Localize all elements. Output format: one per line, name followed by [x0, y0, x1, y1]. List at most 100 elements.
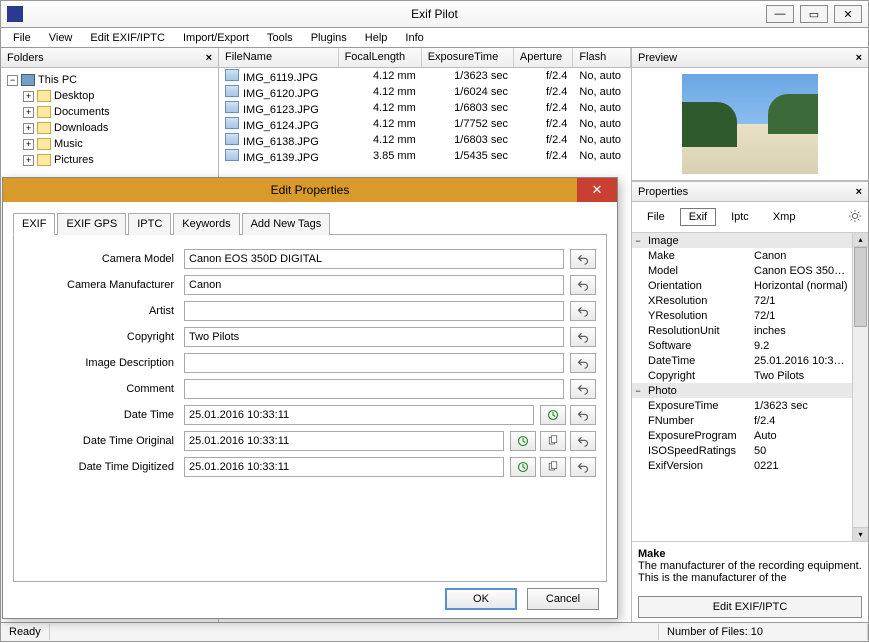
clock-icon[interactable] — [540, 405, 566, 425]
dialog-tab-exif[interactable]: EXIF — [13, 213, 55, 235]
prop-row[interactable]: DateTime25.01.2016 10:3… — [632, 353, 852, 368]
field-input-date-time-digitized[interactable] — [184, 457, 504, 477]
scroll-up-icon[interactable]: ▴ — [853, 233, 868, 247]
menu-plugins[interactable]: Plugins — [303, 30, 355, 46]
file-row[interactable]: IMG_6139.JPG3.85 mm1/5435 secf/2.4No, au… — [219, 148, 631, 164]
tree-item-music[interactable]: +Music — [3, 136, 216, 152]
file-row[interactable]: IMG_6123.JPG4.12 mm1/6803 secf/2.4No, au… — [219, 100, 631, 116]
dialog-tab-keywords[interactable]: Keywords — [173, 213, 239, 235]
column-flash[interactable]: Flash — [573, 48, 631, 67]
preview-close-icon[interactable]: × — [856, 52, 862, 64]
prop-group[interactable]: −Photo — [632, 383, 852, 398]
file-row[interactable]: IMG_6119.JPG4.12 mm1/3623 secf/2.4No, au… — [219, 68, 631, 84]
tree-item-desktop[interactable]: +Desktop — [3, 88, 216, 104]
prop-row[interactable]: MakeCanon — [632, 248, 852, 263]
properties-grid[interactable]: −ImageMakeCanonModelCanon EOS 350…Orient… — [632, 232, 868, 542]
prop-row[interactable]: ResolutionUnitinches — [632, 323, 852, 338]
column-exposuretime[interactable]: ExposureTime — [422, 48, 514, 67]
undo-icon[interactable] — [570, 457, 596, 477]
undo-icon[interactable] — [570, 379, 596, 399]
dialog-tab-exif-gps[interactable]: EXIF GPS — [57, 213, 126, 235]
minimize-button[interactable]: — — [766, 5, 794, 23]
expand-icon[interactable]: + — [23, 155, 34, 166]
undo-icon[interactable] — [570, 327, 596, 347]
dialog-tab-iptc[interactable]: IPTC — [128, 213, 171, 235]
properties-close-icon[interactable]: × — [856, 186, 862, 198]
undo-icon[interactable] — [570, 275, 596, 295]
scrollbar[interactable]: ▴ ▾ — [852, 233, 868, 541]
menu-file[interactable]: File — [5, 30, 39, 46]
expand-icon[interactable]: + — [23, 123, 34, 134]
dialog-tab-add-new-tags[interactable]: Add New Tags — [242, 213, 331, 235]
prop-row[interactable]: OrientationHorizontal (normal) — [632, 278, 852, 293]
scroll-down-icon[interactable]: ▾ — [853, 527, 868, 541]
prop-row[interactable]: ExposureProgramAuto — [632, 428, 852, 443]
column-filename[interactable]: FileName — [219, 48, 339, 67]
field-input-date-time-original[interactable] — [184, 431, 504, 451]
menu-edit-exif-iptc[interactable]: Edit EXIF/IPTC — [82, 30, 173, 46]
prop-group[interactable]: −Image — [632, 233, 852, 248]
expand-icon[interactable]: + — [23, 91, 34, 102]
cancel-button[interactable]: Cancel — [527, 588, 599, 610]
props-tab-exif[interactable]: Exif — [680, 208, 716, 226]
maximize-button[interactable]: ▭ — [800, 5, 828, 23]
prop-row[interactable]: XResolution72/1 — [632, 293, 852, 308]
edit-exif-iptc-button[interactable]: Edit EXIF/IPTC — [638, 596, 862, 618]
close-button[interactable]: ✕ — [834, 5, 862, 23]
collapse-icon[interactable]: − — [632, 386, 644, 396]
menu-help[interactable]: Help — [357, 30, 396, 46]
prop-row[interactable]: YResolution72/1 — [632, 308, 852, 323]
field-input-camera-manufacturer[interactable] — [184, 275, 564, 295]
collapse-icon[interactable]: − — [632, 236, 644, 246]
clock-icon[interactable] — [510, 457, 536, 477]
menu-view[interactable]: View — [41, 30, 81, 46]
undo-icon[interactable] — [570, 431, 596, 451]
prop-row[interactable]: ModelCanon EOS 350… — [632, 263, 852, 278]
properties-tabs[interactable]: File Exif Iptc Xmp — [632, 202, 868, 232]
tree-item-pictures[interactable]: +Pictures — [3, 152, 216, 168]
titlebar[interactable]: Exif Pilot — ▭ ✕ — [0, 0, 869, 28]
tree-item-downloads[interactable]: +Downloads — [3, 120, 216, 136]
prop-row[interactable]: ISOSpeedRatings50 — [632, 443, 852, 458]
copy-icon[interactable] — [540, 431, 566, 451]
column-aperture[interactable]: Aperture — [514, 48, 573, 67]
tree-root[interactable]: − This PC — [3, 72, 216, 88]
file-row[interactable]: IMG_6124.JPG4.12 mm1/7752 secf/2.4No, au… — [219, 116, 631, 132]
menu-import-export[interactable]: Import/Export — [175, 30, 257, 46]
scroll-thumb[interactable] — [854, 247, 867, 327]
dialog-tabs[interactable]: EXIFEXIF GPSIPTCKeywordsAdd New Tags — [3, 202, 617, 234]
folders-close-icon[interactable]: × — [206, 52, 212, 64]
prop-row[interactable]: ExifVersion0221 — [632, 458, 852, 473]
menu-tools[interactable]: Tools — [259, 30, 301, 46]
field-input-camera-model[interactable] — [184, 249, 564, 269]
clock-icon[interactable] — [510, 431, 536, 451]
dialog-titlebar[interactable]: Edit Properties ✕ — [3, 178, 617, 202]
expand-icon[interactable]: + — [23, 139, 34, 150]
props-tab-file[interactable]: File — [638, 208, 674, 226]
field-input-comment[interactable] — [184, 379, 564, 399]
collapse-icon[interactable]: − — [7, 75, 18, 86]
prop-row[interactable]: CopyrightTwo Pilots — [632, 368, 852, 383]
file-row[interactable]: IMG_6120.JPG4.12 mm1/6024 secf/2.4No, au… — [219, 84, 631, 100]
column-focallength[interactable]: FocalLength — [339, 48, 422, 67]
ok-button[interactable]: OK — [445, 588, 517, 610]
undo-icon[interactable] — [570, 405, 596, 425]
tree-item-documents[interactable]: +Documents — [3, 104, 216, 120]
field-input-date-time[interactable] — [184, 405, 534, 425]
file-columns[interactable]: FileNameFocalLengthExposureTimeApertureF… — [219, 48, 631, 68]
prop-row[interactable]: Software9.2 — [632, 338, 852, 353]
field-input-artist[interactable] — [184, 301, 564, 321]
prop-row[interactable]: FNumberf/2.4 — [632, 413, 852, 428]
dialog-close-button[interactable]: ✕ — [577, 178, 617, 202]
props-tab-xmp[interactable]: Xmp — [764, 208, 805, 226]
undo-icon[interactable] — [570, 249, 596, 269]
field-input-copyright[interactable] — [184, 327, 564, 347]
field-input-image-description[interactable] — [184, 353, 564, 373]
gear-icon[interactable] — [848, 209, 862, 226]
file-row[interactable]: IMG_6138.JPG4.12 mm1/6803 secf/2.4No, au… — [219, 132, 631, 148]
prop-row[interactable]: ExposureTime1/3623 sec — [632, 398, 852, 413]
undo-icon[interactable] — [570, 353, 596, 373]
file-rows[interactable]: IMG_6119.JPG4.12 mm1/3623 secf/2.4No, au… — [219, 68, 631, 164]
undo-icon[interactable] — [570, 301, 596, 321]
props-tab-iptc[interactable]: Iptc — [722, 208, 758, 226]
